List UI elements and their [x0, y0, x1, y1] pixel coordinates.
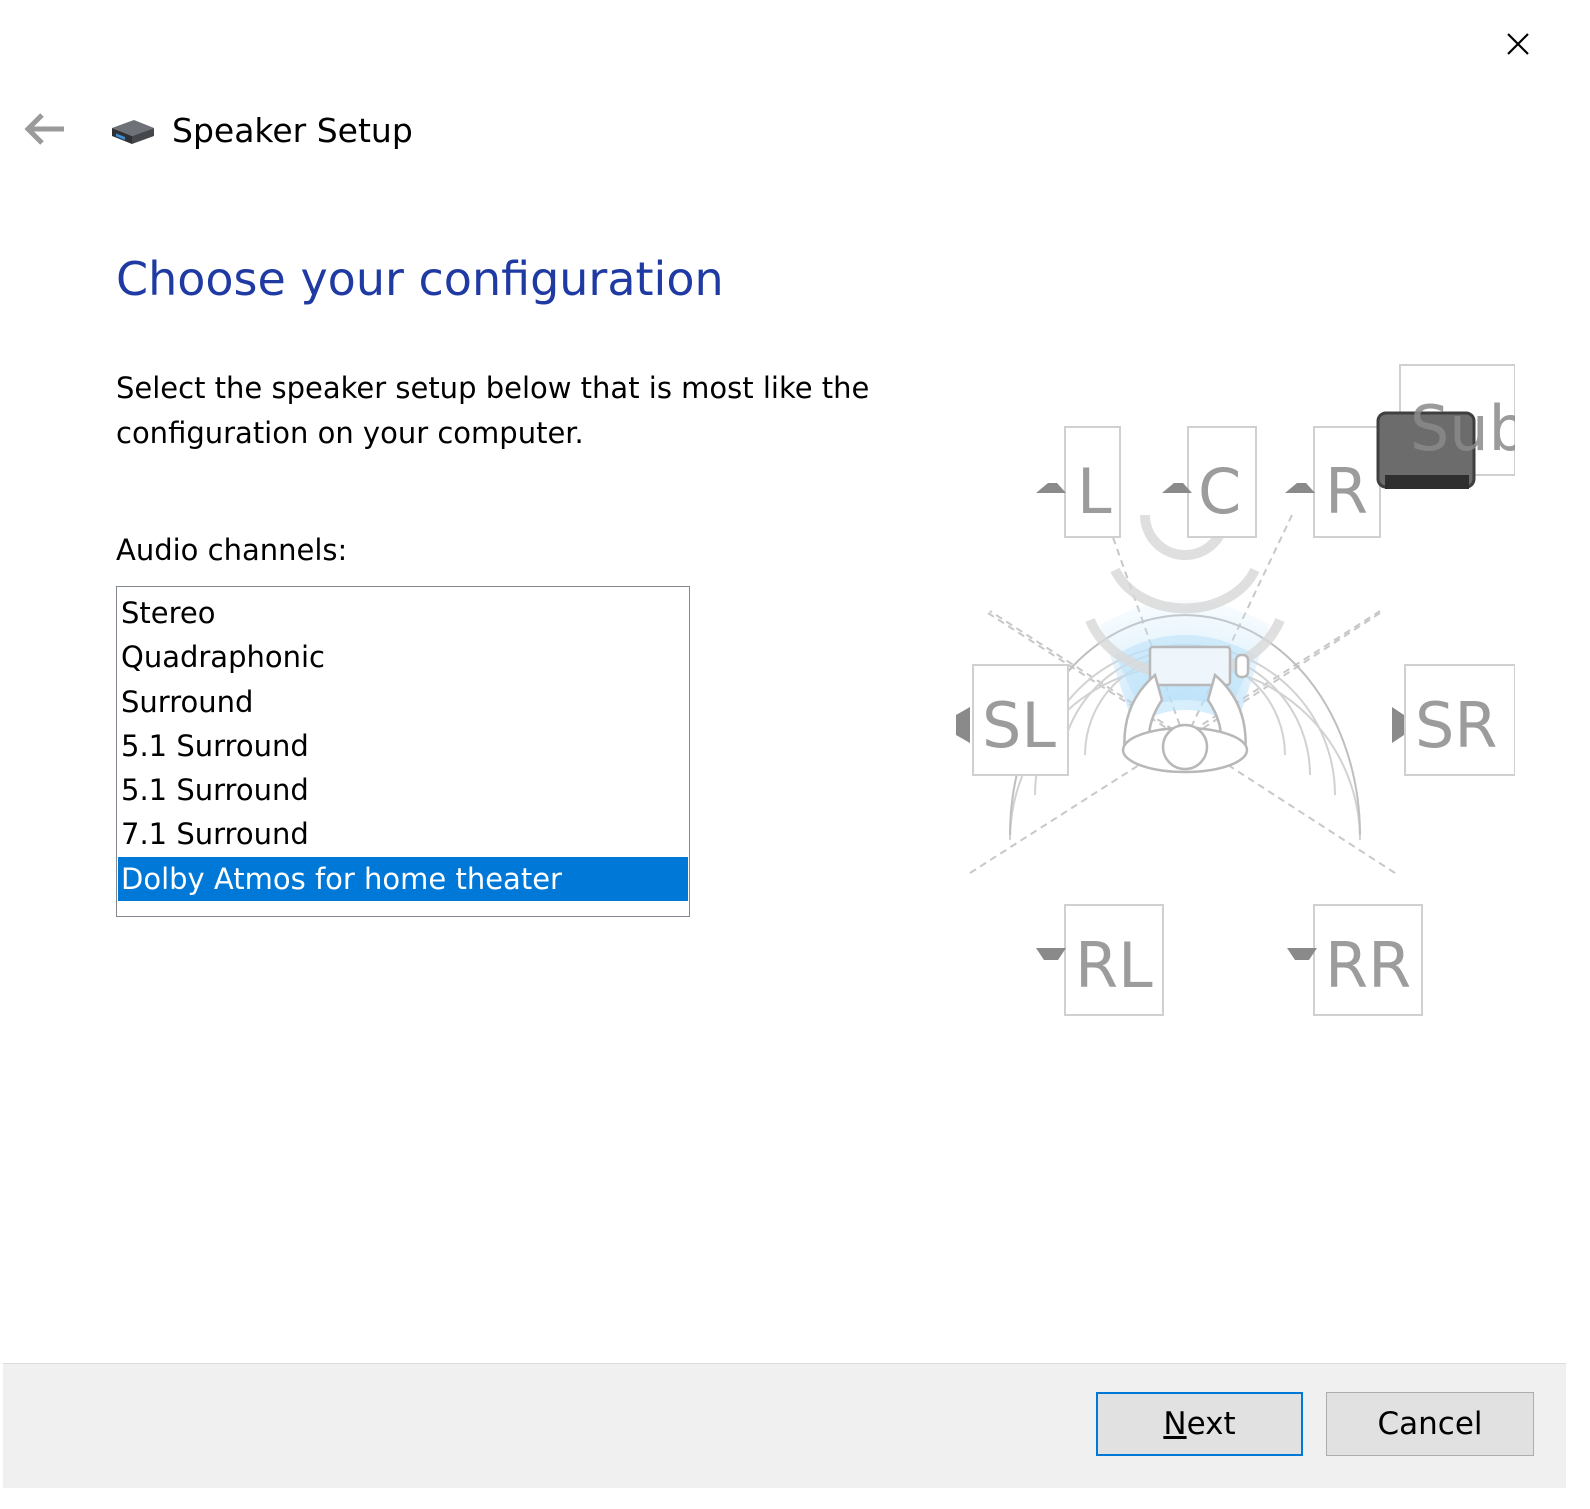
- speaker-label-side-right: SR: [1415, 689, 1497, 762]
- next-button[interactable]: Next: [1096, 1392, 1303, 1456]
- speaker-label-rear-right: RR: [1325, 929, 1411, 1002]
- audio-channels-label: Audio channels:: [116, 533, 348, 567]
- channel-option[interactable]: Stereo: [118, 591, 688, 635]
- next-access-key: N: [1163, 1406, 1187, 1442]
- close-icon: [1507, 33, 1529, 55]
- cancel-button[interactable]: Cancel: [1326, 1392, 1534, 1456]
- channel-option[interactable]: 7.1 Surround: [118, 812, 688, 856]
- channel-option[interactable]: 5.1 Surround: [118, 768, 688, 812]
- speaker-label-right: R: [1325, 455, 1368, 528]
- back-arrow-icon: [24, 113, 64, 145]
- channel-option[interactable]: 5.1 Surround: [118, 724, 688, 768]
- back-button[interactable]: [20, 108, 70, 152]
- footer-bar: Next Cancel: [3, 1363, 1566, 1488]
- speaker-diagram: L C R Sub SL SR RL RR: [940, 355, 1528, 1035]
- next-label: ext: [1186, 1406, 1236, 1442]
- speaker-label-side-left: SL: [982, 689, 1056, 762]
- audio-channels-listbox[interactable]: Stereo Quadraphonic Surround 5.1 Surround 5.…: [116, 586, 690, 917]
- speaker-icon: [110, 116, 156, 148]
- speaker-label-left: L: [1077, 455, 1112, 528]
- channel-option[interactable]: Dolby Atmos for home theater: [118, 856, 688, 902]
- speaker-label-rear-left: RL: [1075, 929, 1153, 1002]
- speaker-label-center: C: [1198, 455, 1241, 528]
- instructions-text: Select the speaker setup below that is m…: [116, 371, 870, 450]
- page-heading: Choose your configuration: [116, 252, 724, 306]
- channel-option[interactable]: Quadraphonic: [118, 635, 688, 679]
- close-button[interactable]: [1498, 24, 1538, 64]
- speaker-label-subwoofer: Sub: [1410, 392, 1515, 465]
- channel-option[interactable]: Surround: [118, 680, 688, 724]
- window-title: Speaker Setup: [172, 111, 413, 150]
